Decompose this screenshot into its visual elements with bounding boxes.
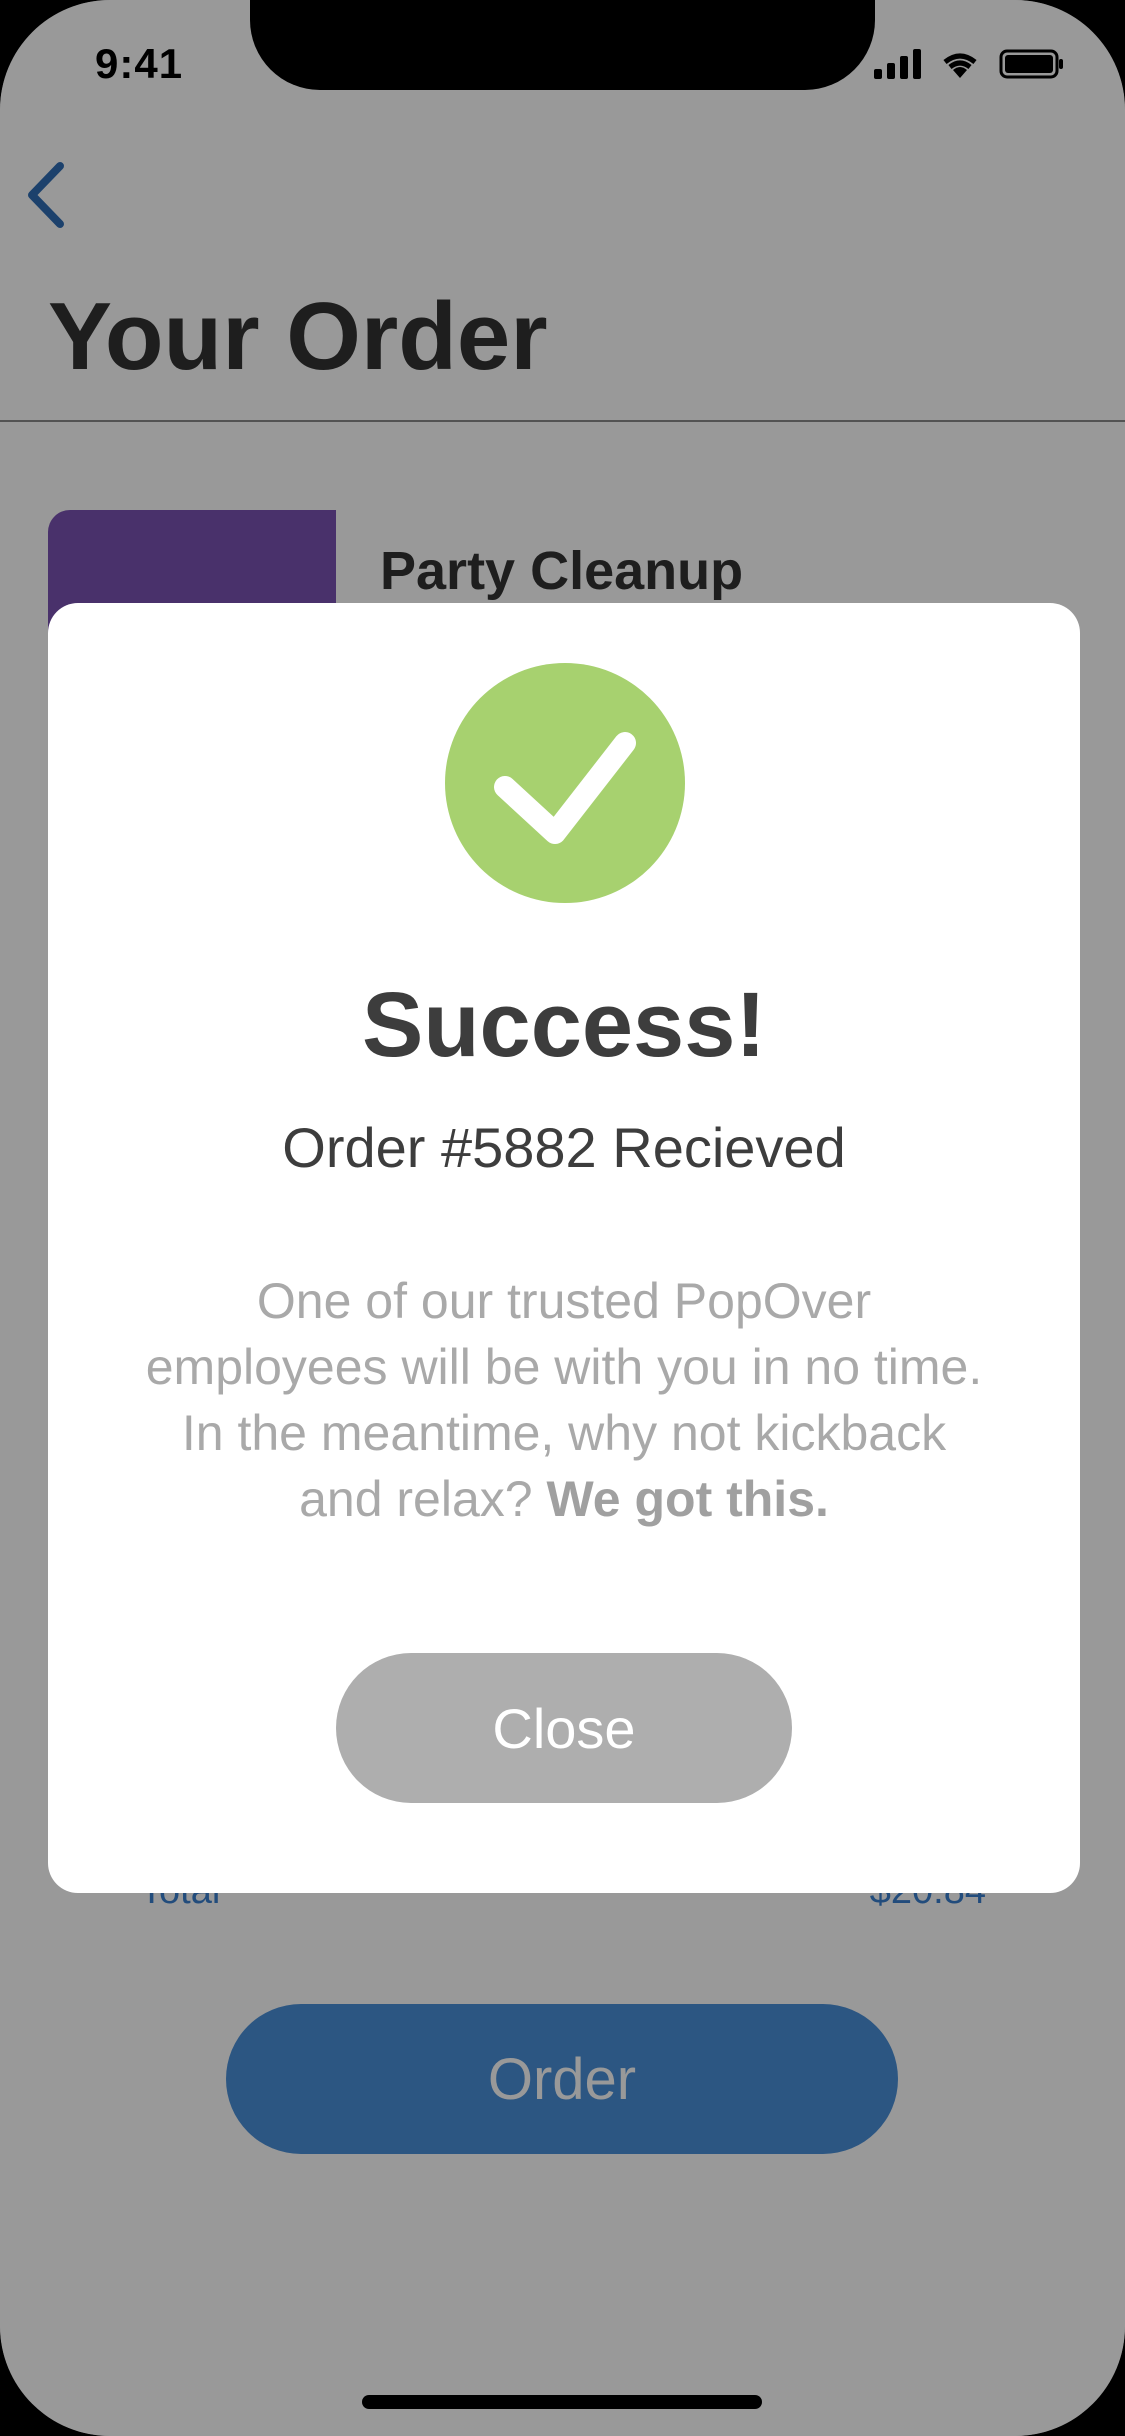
message-line-3: In the meantime, why not kickback — [181, 1405, 947, 1461]
home-indicator[interactable] — [362, 2395, 762, 2409]
message-line-1: One of our trusted PopOver — [256, 1273, 872, 1329]
success-dialog: Success! Order #5882 Recieved One of our… — [48, 603, 1080, 1893]
message-emphasis: We got this. — [546, 1471, 829, 1527]
success-check-icon — [445, 663, 685, 903]
message-line-2: employees will be with you in no time. — [145, 1339, 983, 1395]
dialog-title: Success! — [361, 974, 767, 1076]
order-number: Order #5882 Recieved — [282, 1116, 846, 1179]
dialog-message: One of our trusted PopOver employees wil… — [88, 1268, 1040, 1532]
message-line-4: and relax? — [299, 1471, 533, 1527]
close-button[interactable]: Close — [336, 1653, 792, 1803]
phone-screen: 9:41 Your Order Party Cleanup Order Succ… — [0, 0, 1125, 2436]
